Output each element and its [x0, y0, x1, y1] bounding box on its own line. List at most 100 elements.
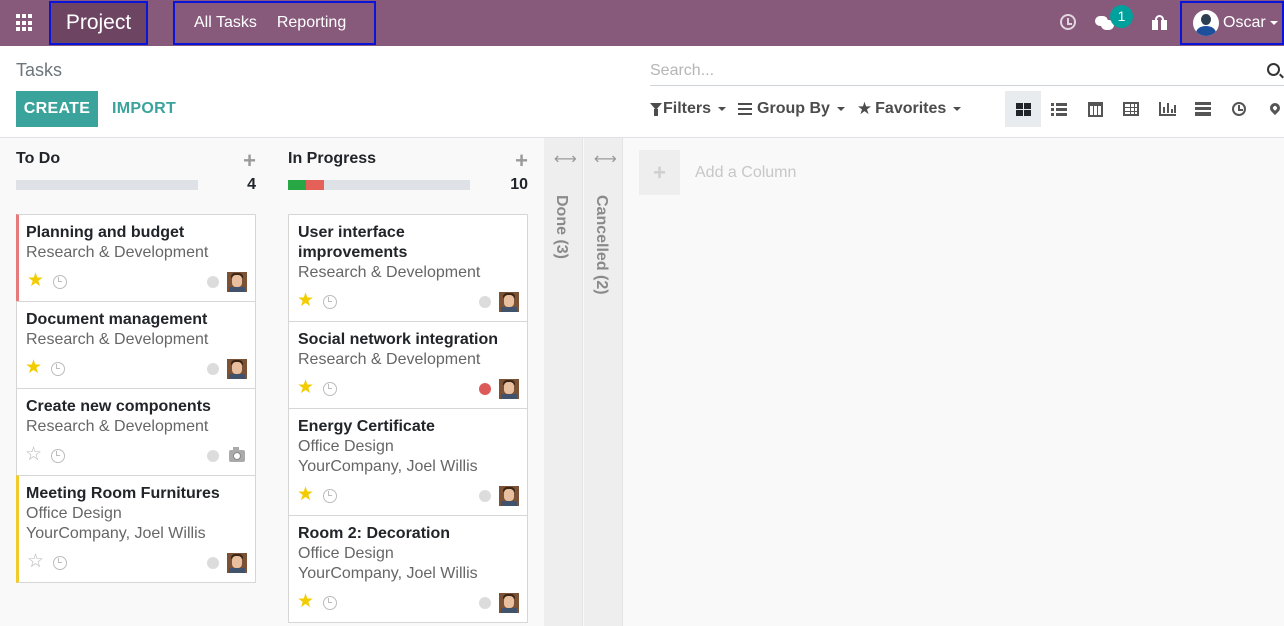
cohort-view-button[interactable] — [1185, 91, 1221, 127]
groupby-bars-icon — [738, 103, 753, 115]
assignee-avatar[interactable] — [499, 486, 519, 506]
pivot-table-icon — [1123, 102, 1139, 116]
kanban-state-dot[interactable] — [207, 276, 219, 288]
gift-icon[interactable] — [1152, 15, 1167, 30]
favorites-dropdown[interactable]: ★ Favorites — [857, 99, 962, 119]
task-footer: ☆ — [27, 552, 247, 573]
task-footer: ★ — [27, 271, 247, 292]
expand-arrows-icon[interactable]: ⟷ — [554, 149, 577, 169]
priority-star-icon[interactable]: ★ — [297, 378, 314, 398]
create-button[interactable]: CREATE — [16, 91, 98, 127]
priority-star-icon[interactable]: ★ — [297, 291, 314, 311]
task-card[interactable]: Planning and budget Research & Developme… — [16, 214, 256, 302]
activity-clock-icon[interactable] — [53, 556, 67, 570]
assignee-avatar[interactable] — [499, 292, 519, 312]
task-footer: ★ — [297, 378, 519, 399]
task-project: Research & Development — [298, 351, 481, 368]
menu-item-all-tasks[interactable]: All Tasks — [175, 3, 267, 43]
kanban-state-dot[interactable] — [207, 557, 219, 569]
search-icon[interactable] — [1267, 63, 1280, 76]
task-project: Research & Development — [26, 244, 209, 261]
filters-dropdown[interactable]: Filters — [650, 100, 727, 118]
task-project: Research & Development — [26, 418, 209, 435]
task-card[interactable]: Meeting Room Furnitures Office Design Yo… — [16, 475, 256, 583]
task-card[interactable]: Document management Research & Developme… — [16, 301, 256, 389]
quick-create-plus-icon[interactable]: + — [243, 148, 256, 174]
camera-icon[interactable] — [229, 447, 245, 462]
groupby-dropdown[interactable]: Group By — [738, 100, 845, 118]
kanban-state-dot[interactable] — [479, 490, 491, 502]
progress-red-segment[interactable] — [306, 180, 324, 190]
caret-down-icon — [836, 107, 845, 111]
column-progress-bar[interactable] — [288, 180, 470, 190]
calendar-icon — [1087, 101, 1103, 117]
task-title: Planning and budget — [26, 224, 185, 241]
task-card[interactable]: Room 2: Decoration Office Design YourCom… — [288, 515, 528, 623]
priority-star-icon[interactable]: ★ — [27, 271, 44, 291]
activity-clock-icon[interactable] — [323, 489, 337, 503]
kanban-view-button[interactable] — [1005, 91, 1041, 127]
calendar-view-button[interactable] — [1077, 91, 1113, 127]
priority-star-icon[interactable]: ★ — [297, 485, 314, 505]
task-project: Research & Development — [298, 264, 481, 281]
assignee-avatar[interactable] — [227, 272, 247, 292]
column-progress-bar[interactable] — [16, 180, 198, 190]
view-switcher — [1005, 91, 1284, 127]
assignee-avatar[interactable] — [499, 593, 519, 613]
activity-clock-icon[interactable] — [323, 596, 337, 610]
task-card[interactable]: Social network integration Research & De… — [288, 321, 528, 409]
task-card[interactable]: Create new components Research & Develop… — [16, 388, 256, 476]
progress-green-segment[interactable] — [288, 180, 306, 190]
priority-star-icon[interactable]: ★ — [297, 592, 314, 612]
activity-clock-icon[interactable] — [51, 362, 65, 376]
import-button[interactable]: IMPORT — [112, 91, 176, 127]
cohort-icon — [1195, 102, 1211, 116]
assignee-avatar[interactable] — [227, 359, 247, 379]
map-view-button[interactable] — [1257, 91, 1284, 127]
kanban-state-dot[interactable] — [207, 363, 219, 375]
apps-menu-icon[interactable] — [16, 14, 34, 32]
kanban-column-in-progress: In Progress + 10 User interface improvem… — [288, 138, 528, 623]
folded-column-done[interactable]: ⟷ Done (3) — [544, 138, 583, 626]
list-view-button[interactable] — [1041, 91, 1077, 127]
priority-star-icon[interactable]: ☆ — [27, 552, 44, 572]
task-title-line: improvements — [298, 244, 408, 261]
user-menu[interactable]: Oscar — [1180, 1, 1284, 45]
activity-clock-icon[interactable] — [51, 449, 65, 463]
add-column-label: Add a Column — [695, 163, 797, 181]
activity-clock-icon[interactable] — [323, 382, 337, 396]
folded-column-label: Done (3) — [553, 195, 570, 259]
expand-arrows-icon[interactable]: ⟷ — [594, 149, 617, 169]
activity-clock-icon[interactable] — [53, 275, 67, 289]
task-card[interactable]: User interface improvements Research & D… — [288, 214, 528, 322]
breadcrumb: Tasks — [16, 60, 63, 80]
app-brand[interactable]: Project — [49, 1, 148, 45]
clock-icon — [1232, 102, 1246, 116]
pivot-view-button[interactable] — [1113, 91, 1149, 127]
priority-star-icon[interactable]: ★ — [25, 358, 42, 378]
folded-column-cancelled[interactable]: ⟷ Cancelled (2) — [584, 138, 623, 626]
assignee-avatar[interactable] — [227, 553, 247, 573]
task-card[interactable]: Energy Certificate Office Design YourCom… — [288, 408, 528, 516]
task-project: Research & Development — [26, 331, 209, 348]
kanban-state-dot[interactable] — [207, 450, 219, 462]
task-partner: YourCompany, Joel Willis — [298, 565, 478, 582]
priority-star-icon[interactable]: ☆ — [25, 445, 42, 465]
graph-view-button[interactable] — [1149, 91, 1185, 127]
add-column-button[interactable]: + Add a Column — [639, 150, 796, 195]
search-input[interactable] — [650, 58, 1250, 84]
kanban-state-dot[interactable] — [479, 597, 491, 609]
activity-view-button[interactable] — [1221, 91, 1257, 127]
kanban-state-dot[interactable] — [479, 296, 491, 308]
activity-clock-icon[interactable] — [323, 295, 337, 309]
assignee-avatar[interactable] — [499, 379, 519, 399]
task-title: Energy Certificate — [298, 418, 435, 435]
kanban-icon — [1015, 102, 1031, 116]
quick-create-plus-icon[interactable]: + — [515, 148, 528, 174]
task-footer: ★ — [25, 358, 247, 379]
task-title: Room 2: Decoration — [298, 525, 451, 542]
kanban-state-dot[interactable] — [479, 383, 491, 395]
activities-clock-icon[interactable] — [1060, 14, 1076, 30]
menu-item-reporting[interactable]: Reporting — [267, 3, 356, 43]
folded-column-label: Cancelled (2) — [593, 195, 610, 295]
